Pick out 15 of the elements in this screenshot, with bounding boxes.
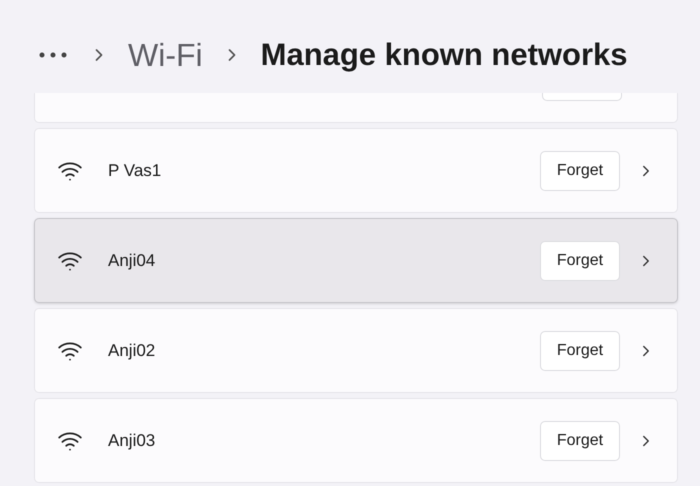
network-row[interactable]: Anji03 Forget [34, 398, 678, 483]
network-name: Anji03 [108, 430, 156, 452]
network-name: P Vas1 [108, 160, 162, 182]
more-icon [39, 52, 67, 58]
network-row[interactable]: Anji04 Forget [34, 218, 678, 303]
network-name: Anji02 [108, 340, 156, 362]
breadcrumb-link[interactable]: Wi-Fi [128, 31, 203, 79]
network-row[interactable]: Anji02 Forget [34, 308, 678, 393]
network-name: Anji04 [108, 250, 156, 272]
forget-button[interactable]: Forget [540, 330, 620, 370]
forget-button[interactable]: Forget [540, 420, 620, 460]
network-row[interactable]: P Vas1 Forget [34, 128, 678, 213]
page-title: Manage known networks [260, 36, 628, 74]
forget-button[interactable]: Forget [540, 240, 620, 280]
forget-button[interactable]: Forget [540, 150, 620, 190]
